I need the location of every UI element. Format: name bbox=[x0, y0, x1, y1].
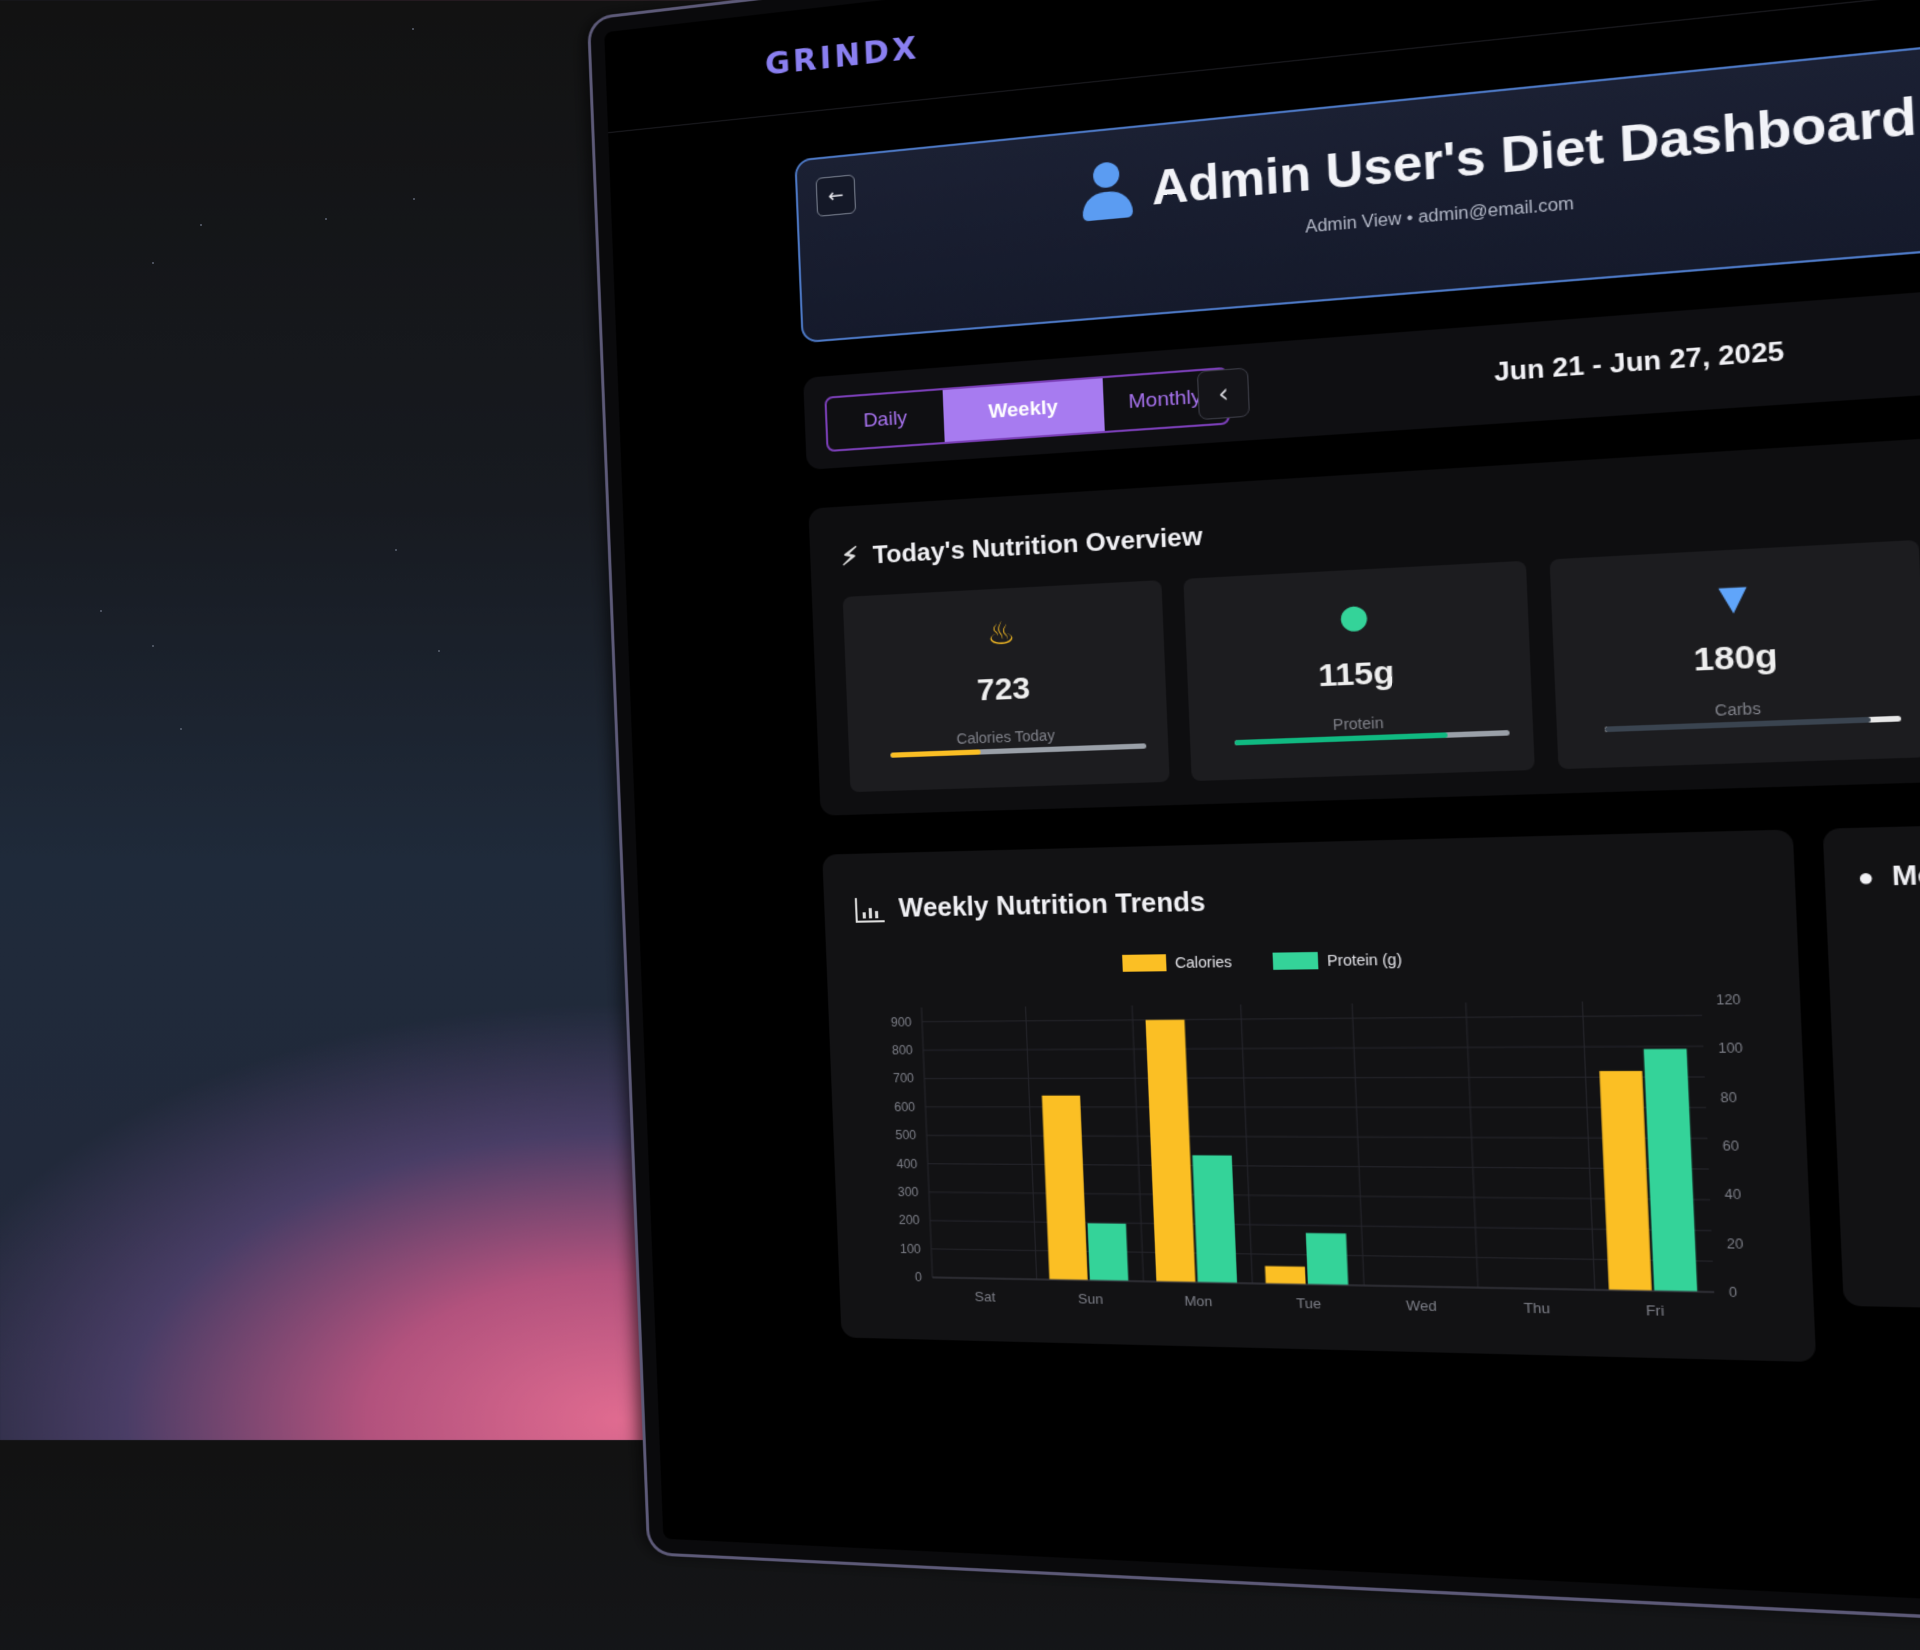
legend-swatch bbox=[1272, 951, 1319, 970]
background-star bbox=[325, 218, 327, 220]
fire-icon: ♨ bbox=[986, 615, 1017, 654]
background-star bbox=[438, 650, 440, 652]
main-content: ← Admin User's Diet Dashboard Admin View… bbox=[608, 0, 1920, 1385]
overview-heading: ⚡︎ Today's Nutrition Overview bbox=[841, 521, 1204, 572]
stat-value: 115g bbox=[1317, 654, 1396, 694]
gridline bbox=[1466, 1002, 1478, 1287]
y-left-tick-label: 900 bbox=[891, 1015, 913, 1029]
trends-title: Weekly Nutrition Trends bbox=[898, 887, 1206, 924]
charts-row: Weekly Nutrition Trends 0 100 200 300 400 500… bbox=[822, 807, 1920, 1385]
bar-calories bbox=[1145, 1019, 1196, 1283]
bar-calories bbox=[1599, 1070, 1652, 1291]
gridline bbox=[923, 1046, 1703, 1050]
gridline bbox=[924, 1077, 1704, 1079]
back-button[interactable]: ← bbox=[815, 174, 857, 217]
bar-protein-g bbox=[1087, 1223, 1129, 1282]
background-star bbox=[200, 224, 202, 226]
legend-label: Protein (g) bbox=[1327, 952, 1402, 970]
gridline bbox=[1132, 1006, 1143, 1282]
page-subtitle: Admin View • admin@email.com bbox=[1304, 194, 1575, 237]
y-right-tick-label: 120 bbox=[1716, 993, 1742, 1008]
y-left-tick-label: 300 bbox=[897, 1185, 919, 1199]
background-star bbox=[152, 645, 154, 647]
nutrition-overview: ⚡︎ Today's Nutrition Overview ♨ 723 Calo… bbox=[808, 420, 1920, 816]
x-tick-label: Thu bbox=[1523, 1299, 1550, 1316]
period-toggle: Daily Weekly Monthly bbox=[824, 366, 1231, 453]
background-star bbox=[395, 549, 397, 551]
legend-swatch bbox=[1122, 954, 1167, 972]
y-left-tick-label: 800 bbox=[892, 1044, 914, 1058]
weekly-trends-card: Weekly Nutrition Trends 0 100 200 300 400 500… bbox=[822, 829, 1817, 1363]
gridline bbox=[1582, 1001, 1594, 1290]
legend-label: Calories bbox=[1175, 954, 1233, 971]
bar-protein-g bbox=[1643, 1048, 1698, 1292]
trends-heading: Weekly Nutrition Trends bbox=[854, 887, 1206, 924]
progress-fill bbox=[890, 749, 982, 758]
stat-card-carbs: ▼ 180g Carbs bbox=[1549, 539, 1920, 770]
meal-distribution-card: ● Meal D bbox=[1822, 818, 1920, 1314]
overview-title: Today's Nutrition Overview bbox=[872, 521, 1204, 570]
date-range-label: Jun 21 - Jun 27, 2025 bbox=[1493, 336, 1785, 388]
y-left-tick-label: 400 bbox=[896, 1157, 918, 1171]
y-right-tick-label: 40 bbox=[1724, 1188, 1742, 1203]
app-window: GRINDX ← Admin User's Diet Dashboard Adm… bbox=[590, 0, 1920, 1650]
background-star bbox=[412, 28, 414, 30]
carrot-icon: ▼ bbox=[1717, 578, 1748, 619]
background-star bbox=[180, 728, 182, 730]
gridline bbox=[922, 1015, 1702, 1021]
tab-weekly[interactable]: Weekly bbox=[942, 378, 1105, 442]
stat-value: 180g bbox=[1692, 637, 1779, 679]
prev-period-button[interactable]: ‹ bbox=[1196, 367, 1251, 421]
arrow-left-icon: ← bbox=[827, 184, 844, 208]
gridline bbox=[921, 1008, 932, 1278]
x-tick-label: Tue bbox=[1296, 1295, 1321, 1312]
gridline bbox=[1241, 1005, 1253, 1284]
y-right-tick-label: 20 bbox=[1726, 1237, 1744, 1252]
y-left-tick-label: 200 bbox=[899, 1214, 921, 1228]
user-icon bbox=[1081, 160, 1134, 224]
y-right-tick-label: 60 bbox=[1722, 1139, 1740, 1154]
x-tick-label: Sun bbox=[1078, 1290, 1104, 1307]
gridline bbox=[1026, 1007, 1037, 1280]
stat-value: 723 bbox=[976, 671, 1031, 708]
chevron-left-icon: ‹ bbox=[1217, 378, 1230, 410]
y-left-tick-label: 600 bbox=[894, 1101, 916, 1115]
apple-icon: ● bbox=[1856, 862, 1875, 892]
x-tick-label: Fri bbox=[1645, 1302, 1664, 1319]
bar-calories bbox=[1041, 1095, 1088, 1281]
meal-heading: ● Meal D bbox=[1857, 859, 1920, 894]
tab-daily[interactable]: Daily bbox=[826, 390, 944, 450]
nutrition-bar-chart: 0 100 200 300 400 500 600 700 800 900 0 20 40 60 80 100… bbox=[891, 951, 1745, 1320]
background-star bbox=[152, 262, 154, 264]
y-right-tick-label: 100 bbox=[1718, 1042, 1744, 1057]
bar-protein-g bbox=[1192, 1155, 1238, 1284]
bar-chart-icon bbox=[854, 896, 885, 923]
x-tick-label: Wed bbox=[1406, 1297, 1437, 1314]
stat-card-protein: ● 115g Protein bbox=[1183, 560, 1535, 782]
background-star bbox=[100, 610, 102, 612]
bolt-icon: ⚡︎ bbox=[840, 542, 860, 572]
meal-title: Meal D bbox=[1891, 859, 1920, 893]
y-right-tick-label: 0 bbox=[1729, 1285, 1738, 1300]
y-left-tick-label: 700 bbox=[893, 1072, 915, 1086]
y-left-tick-label: 100 bbox=[900, 1242, 922, 1256]
stat-card-calories: ♨ 723 Calories Today bbox=[842, 580, 1170, 793]
page-title: Admin User's Diet Dashboard bbox=[1150, 86, 1919, 216]
bar-protein-g bbox=[1305, 1232, 1349, 1286]
y-left-tick-label: 0 bbox=[915, 1271, 923, 1285]
x-tick-label: Sat bbox=[974, 1288, 996, 1304]
x-tick-label: Mon bbox=[1184, 1293, 1213, 1310]
brand-logo[interactable]: GRINDX bbox=[764, 30, 920, 83]
drop-icon: ● bbox=[1337, 597, 1370, 637]
monitor: GRINDX ← Admin User's Diet Dashboard Adm… bbox=[470, 0, 1920, 1650]
y-left-tick-label: 500 bbox=[895, 1129, 917, 1143]
background-star bbox=[413, 198, 415, 200]
bar-calories bbox=[1264, 1266, 1306, 1285]
y-right-tick-label: 80 bbox=[1720, 1090, 1738, 1105]
gridline bbox=[1352, 1003, 1364, 1285]
